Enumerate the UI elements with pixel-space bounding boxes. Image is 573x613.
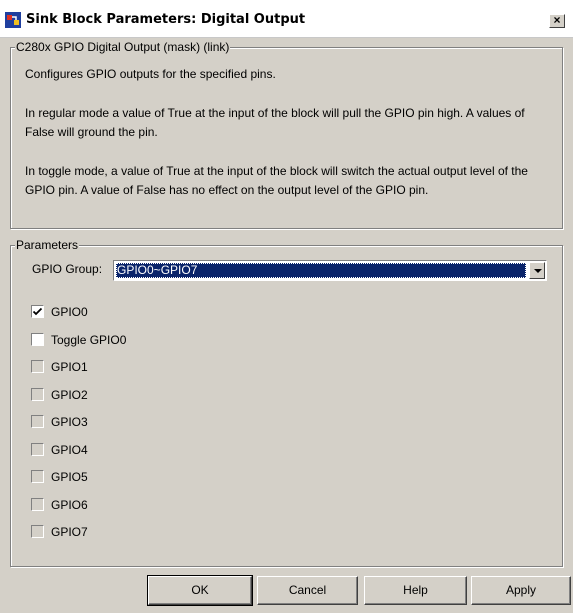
description-toggle-mode: In toggle mode, a value of True at the i… (25, 164, 528, 197)
description-regular-mode: In regular mode a value of True at the i… (25, 106, 525, 139)
dialog-window: Sink Block Parameters: Digital Output × … (0, 0, 573, 613)
cancel-button[interactable]: Cancel (257, 576, 358, 605)
simulink-block-icon (5, 12, 21, 28)
gpio-group-label: GPIO Group: (32, 262, 103, 276)
checkbox[interactable] (31, 388, 44, 401)
ok-button[interactable]: OK (147, 575, 253, 606)
gpio-group-select[interactable]: GPIO0~GPIO7 (113, 260, 547, 281)
checkbox[interactable] (31, 333, 44, 346)
checkbox-checked[interactable] (31, 305, 44, 318)
checkbox-label: GPIO4 (51, 443, 88, 457)
help-button[interactable]: Help (364, 576, 467, 605)
checkbox[interactable] (31, 443, 44, 456)
checkbox-label: GPIO3 (51, 415, 88, 429)
parameters-group: Parameters GPIO Group: GPIO0~GPIO7 GPIO0… (10, 238, 563, 567)
dropdown-arrow-icon[interactable] (529, 262, 545, 279)
checkbox[interactable] (31, 498, 44, 511)
checkbox-label: GPIO6 (51, 498, 88, 512)
description-line: Configures GPIO outputs for the specifie… (25, 67, 276, 81)
checkbox-label: GPIO5 (51, 470, 88, 484)
description-group: C280x GPIO Digital Output (mask) (link) … (10, 40, 563, 229)
title-bar[interactable]: Sink Block Parameters: Digital Output × (0, 0, 573, 38)
checkbox-label: GPIO0 (51, 305, 88, 319)
apply-button[interactable]: Apply (471, 576, 571, 605)
checkbox-label: Toggle GPIO0 (51, 333, 127, 347)
checkbox[interactable] (31, 525, 44, 538)
checkbox-label: GPIO2 (51, 388, 88, 402)
checkbox[interactable] (31, 360, 44, 373)
checkbox[interactable] (31, 415, 44, 428)
checkmark-icon (32, 307, 43, 316)
description-legend: C280x GPIO Digital Output (mask) (link) (15, 40, 231, 55)
close-button[interactable]: × (549, 14, 565, 28)
gpio-group-value: GPIO0~GPIO7 (116, 263, 526, 278)
checkbox-label: GPIO7 (51, 525, 88, 539)
parameters-legend: Parameters (15, 238, 80, 253)
checkbox-label: GPIO1 (51, 360, 88, 374)
checkbox[interactable] (31, 470, 44, 483)
window-title: Sink Block Parameters: Digital Output (26, 12, 306, 27)
